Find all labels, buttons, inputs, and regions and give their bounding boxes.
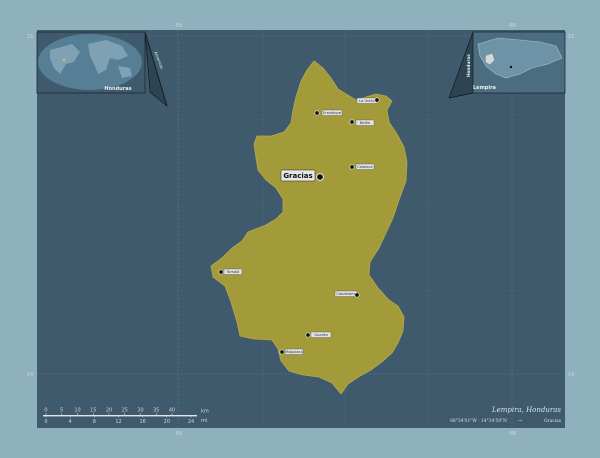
place-label: Belén xyxy=(360,121,370,125)
lon-label-top-east: -88 xyxy=(508,23,516,29)
capital-label: Gracias xyxy=(283,172,312,180)
scale-tick-label: 30 xyxy=(137,408,143,414)
place-marker[interactable]: Mapulaca xyxy=(279,348,304,355)
scale-tick-label: 20 xyxy=(164,419,170,425)
place-label: La Unión xyxy=(359,99,375,103)
scale-tick-label: 35 xyxy=(153,408,159,414)
country-inset-capital-dot xyxy=(509,65,513,69)
place-marker[interactable]: Candelaria xyxy=(334,290,360,298)
scale-bar-bottom-unit: mi xyxy=(201,418,207,424)
scale-tick-label: 24 xyxy=(188,419,194,425)
world-inset-location-dot xyxy=(62,58,66,62)
place-label: Erandique xyxy=(323,111,342,115)
scale-tick-label: 15 xyxy=(90,408,96,414)
lat-label-left-south: 14 xyxy=(27,372,33,378)
lon-label-top-west: -89 xyxy=(174,23,182,29)
place-dot xyxy=(349,164,355,170)
place-label: Cololaca xyxy=(357,165,372,169)
place-dot xyxy=(218,269,224,275)
place-label: Mapulaca xyxy=(285,350,302,354)
map-canvas: -89 -88 -89 -88 15 14 15 14 La Unión Eran… xyxy=(0,0,600,458)
capital-dot xyxy=(316,173,324,181)
place-dot xyxy=(305,332,311,338)
place-dot xyxy=(349,119,355,125)
place-marker[interactable]: Tomalá xyxy=(218,268,243,275)
scale-tick-label: 8 xyxy=(93,419,96,425)
lon-label-bottom-east: -88 xyxy=(508,431,516,437)
world-inset-country-label: Honduras xyxy=(104,86,131,92)
scale-tick-label: 25 xyxy=(122,408,128,414)
lon-label-bottom-west: -89 xyxy=(174,431,182,437)
map-arrow: → xyxy=(518,418,522,424)
map-coordinates: 88°34'01"W · 14°34'50"N xyxy=(450,419,507,424)
lat-label-left-north: 15 xyxy=(27,34,33,40)
place-label: Candelaria xyxy=(336,292,355,296)
place-marker[interactable]: La Unión xyxy=(356,97,380,104)
place-dot xyxy=(279,349,285,355)
lat-label-right-south: 14 xyxy=(568,372,574,378)
scale-tick-label: 10 xyxy=(74,408,80,414)
map-capital-note: Gracias xyxy=(544,419,562,424)
country-inset-country-label: Honduras xyxy=(466,54,471,77)
scale-tick-label: 0 xyxy=(44,419,47,425)
lat-label-right-north: 15 xyxy=(568,34,574,40)
place-label: Guarita xyxy=(314,333,327,337)
scale-tick-label: 40 xyxy=(169,408,175,414)
scale-tick-label: 16 xyxy=(139,419,145,425)
scale-bar-top-unit: km xyxy=(201,409,209,415)
scale-tick-label: 20 xyxy=(106,408,112,414)
scale-tick-label: 12 xyxy=(115,419,121,425)
scale-bar-line xyxy=(43,415,197,417)
map-stage: -89 -88 -89 -88 15 14 15 14 La Unión Eran… xyxy=(0,0,600,458)
scale-tick-label: 5 xyxy=(60,408,63,414)
country-inset-region-label: Lempira xyxy=(473,85,496,91)
scale-tick-label: 0 xyxy=(44,408,47,414)
map-title: Lempira, Honduras xyxy=(491,406,561,414)
place-dot xyxy=(314,110,320,116)
place-dot xyxy=(374,97,380,103)
scale-tick-label: 4 xyxy=(69,419,72,425)
place-dot xyxy=(354,292,360,298)
place-label: Tomalá xyxy=(226,270,240,274)
